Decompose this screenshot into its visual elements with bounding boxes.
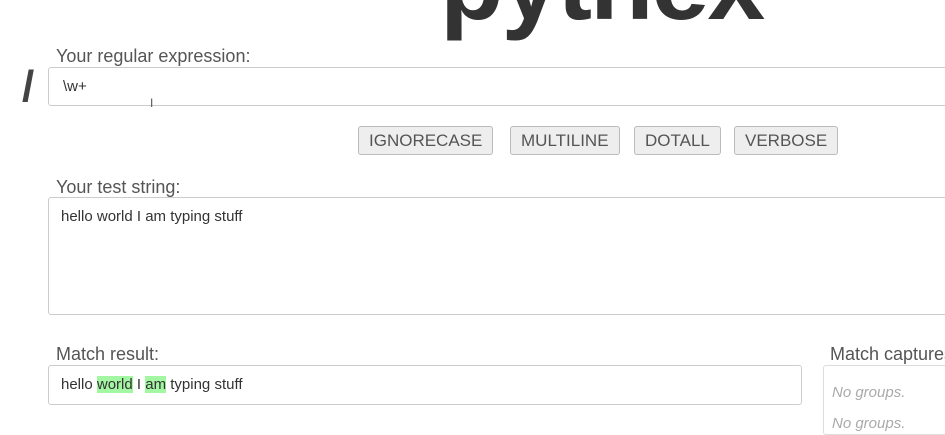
multiline-button[interactable]: MULTILINE <box>510 126 620 155</box>
match-captures-label: Match captures: <box>830 344 945 364</box>
test-string-label: Your test string: <box>56 177 181 197</box>
match-highlight: world <box>96 376 133 393</box>
verbose-button[interactable]: VERBOSE <box>734 126 839 155</box>
result-text: hello <box>61 376 97 393</box>
test-string-value: hello world I am typing stuff <box>61 208 243 225</box>
regex-delimiter: / <box>22 62 35 111</box>
result-text: I <box>132 376 146 393</box>
logo: pythex <box>440 0 765 36</box>
ignorecase-button[interactable]: IGNORECASE <box>358 126 494 155</box>
regex-value: \w+ <box>63 78 87 95</box>
match-highlight: am <box>145 376 167 393</box>
dotall-button[interactable]: DOTALL <box>634 126 721 155</box>
match-result-box: hello world I am typing stuff <box>48 365 802 405</box>
match-captures-box: No groups. No groups. <box>823 365 945 435</box>
regex-input[interactable]: \w+ <box>48 67 945 106</box>
regex-label: Your regular expression: <box>56 46 251 66</box>
capture-item: No groups. <box>832 384 906 401</box>
result-text: typing stuff <box>166 376 243 393</box>
test-string-input[interactable]: hello world I am typing stuff <box>48 197 945 315</box>
match-result-label: Match result: <box>56 344 160 364</box>
text-cursor-icon: I <box>150 96 154 110</box>
